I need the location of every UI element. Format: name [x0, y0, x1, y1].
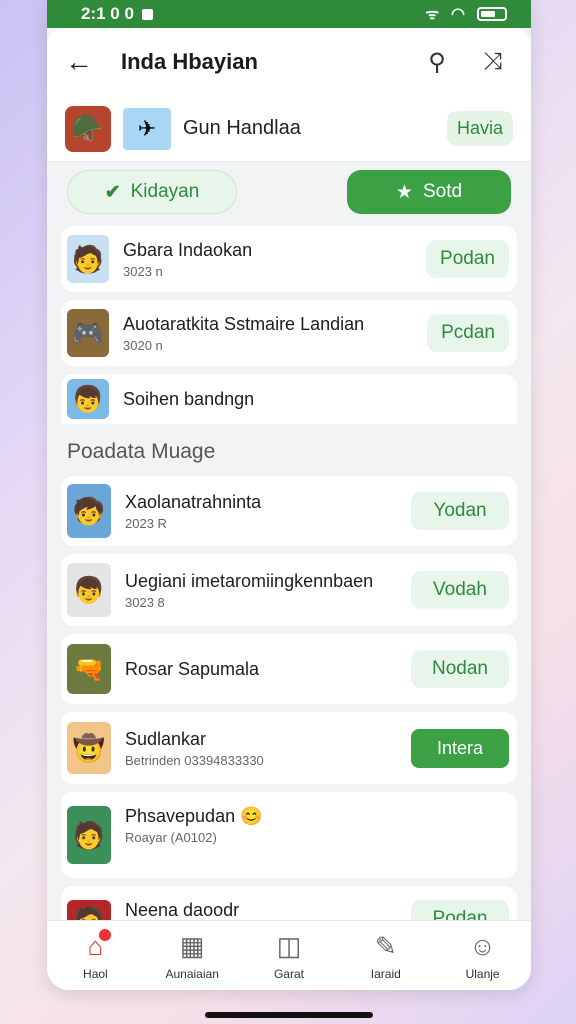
game-name: Rosar Sapumala: [125, 658, 260, 679]
bottom-game-list: 🧒 Xaolanatrahninta 2023 R Yodan 👦 Uegian…: [47, 476, 531, 946]
game-name: Phsavepudan 😊: [125, 806, 263, 826]
game-name: Xaolanatrahninta: [125, 491, 262, 512]
game-sub: 3020 n: [123, 337, 163, 353]
featured-game-row[interactable]: 🪖 ✈ Gun Handlaa Havia: [47, 96, 531, 162]
profile-icon: ☺: [469, 930, 496, 961]
wifi-icon: ◠: [451, 6, 465, 23]
nav-home-label: Haol: [83, 966, 108, 981]
bottom-nav: ⌂ Haol ▦ Aunaiaian ◫ Garat ✎ Iaraid ☺ Ul…: [47, 920, 531, 990]
game-avatar-icon: 🔫: [67, 644, 111, 694]
game-avatar-icon: 👦: [67, 563, 111, 617]
battery-icon: [477, 7, 507, 21]
notification-dot: [99, 928, 112, 941]
grid-icon: ▦: [179, 930, 205, 961]
nav-apps[interactable]: ◫ Garat: [249, 931, 329, 981]
game-name: Soihen bandngn: [123, 388, 255, 409]
home-icon: ⌂: [88, 928, 112, 961]
game-avatar-icon: 👦: [67, 379, 109, 419]
top-app-bar: ← Inda Hbayian ⚲ ⤨: [47, 28, 531, 96]
featured-game-thumbnail: ✈: [123, 107, 171, 150]
game-action-button[interactable]: Yodan: [411, 492, 509, 530]
featured-action-button[interactable]: Havia: [446, 111, 513, 146]
list-item[interactable]: 🧑 Gbara Indaokan 3023 n Podan: [61, 226, 517, 292]
install-button[interactable]: Intera: [411, 728, 509, 768]
nav-apps-label: Garat: [273, 966, 304, 981]
tab-right[interactable]: ★ Sotd: [347, 170, 511, 214]
nav-profile[interactable]: ☺ Ulanje: [443, 931, 523, 981]
game-name: Neena daoodr: [125, 900, 240, 920]
game-action-button[interactable]: Nodan: [411, 650, 509, 688]
back-arrow-icon[interactable]: ←: [65, 46, 105, 78]
tab-left-label: Kidayan: [130, 181, 200, 202]
status-time: 2:1 0 0: [81, 4, 134, 23]
nav-profile-label: Ulanje: [465, 966, 500, 981]
page-title: Inda Hbayian: [121, 49, 258, 74]
game-sub: 3023 n: [123, 263, 163, 279]
pen-icon: ✎: [374, 930, 397, 961]
list-item[interactable]: 🧒 Xaolanatrahninta 2023 R Yodan: [61, 476, 517, 546]
list-item[interactable]: 🤠 Sudlankar Betrinden 03394833330 Intera: [61, 712, 517, 784]
game-name: Uegiani imetaromiingkennbaen: [125, 570, 374, 591]
list-item[interactable]: 🔫 Rosar Sapumala Nodan: [61, 634, 517, 704]
search-icon[interactable]: ⚲: [417, 48, 457, 77]
home-indicator[interactable]: [205, 1012, 373, 1018]
signal-icon: ᯤ: [425, 6, 440, 23]
nav-games[interactable]: ▦ Aunaiaian: [152, 931, 232, 981]
star-icon: ★: [395, 181, 413, 203]
check-icon: ✔: [104, 181, 121, 203]
shuffle-icon[interactable]: ⤨: [473, 48, 513, 76]
main-sheet: ← Inda Hbayian ⚲ ⤨ 🪖 ✈ Gun Handlaa Havia…: [47, 28, 531, 990]
featured-game-icon: 🪖: [65, 105, 111, 152]
notification-icon: [141, 8, 153, 20]
tab-left[interactable]: ✔ Kidayan: [67, 170, 237, 214]
game-name: Auotaratkita Sstmaire Landian: [123, 313, 365, 334]
game-avatar-icon: 🧒: [67, 484, 111, 538]
game-name: Gbara Indaokan: [123, 239, 253, 260]
game-avatar-icon: 🤠: [67, 722, 111, 774]
status-bar: 2:1 0 0 ᯤ ◠: [47, 0, 531, 28]
section-title: Poadata Muage: [67, 440, 216, 463]
list-item[interactable]: 🧑 Phsavepudan 😊 Roayar (A0102): [61, 792, 517, 878]
game-sub: Betrinden 03394833330: [125, 752, 264, 768]
list-item[interactable]: 👦 Uegiani imetaromiingkennbaen 3023 8 Vo…: [61, 554, 517, 626]
game-avatar-icon: 🧑: [67, 806, 111, 864]
game-sub: Roayar (A0102): [125, 830, 217, 845]
nav-home[interactable]: ⌂ Haol: [55, 928, 135, 981]
nav-edit-label: Iaraid: [370, 966, 401, 981]
top-game-list: 🧑 Gbara Indaokan 3023 n Podan 🎮 Auotarat…: [47, 226, 531, 424]
game-avatar-icon: 🧑: [67, 235, 109, 283]
game-name: Sudlankar: [125, 728, 207, 749]
game-sub: 3023 8: [125, 594, 165, 610]
apps-icon: ◫: [276, 930, 302, 961]
game-action-button[interactable]: Pcdan: [427, 314, 509, 352]
game-sub: 2023 R: [125, 515, 167, 531]
tab-right-label: Sotd: [422, 181, 463, 202]
game-avatar-icon: 🎮: [67, 309, 109, 357]
list-item[interactable]: 👦 Soihen bandngn: [61, 374, 517, 424]
nav-edit[interactable]: ✎ Iaraid: [346, 931, 426, 981]
game-action-button[interactable]: Vodah: [411, 571, 509, 609]
filter-tabs: ✔ Kidayan ★ Sotd: [47, 162, 531, 226]
list-item[interactable]: 🎮 Auotaratkita Sstmaire Landian 3020 n P…: [61, 300, 517, 366]
game-action-button[interactable]: Podan: [426, 240, 509, 278]
featured-game-title: Gun Handlaa: [183, 117, 301, 139]
nav-games-label: Aunaiaian: [165, 966, 219, 981]
phone-screen: 2:1 0 0 ᯤ ◠ ← Inda Hbayian ⚲ ⤨ 🪖 ✈ Gun H…: [47, 0, 531, 990]
